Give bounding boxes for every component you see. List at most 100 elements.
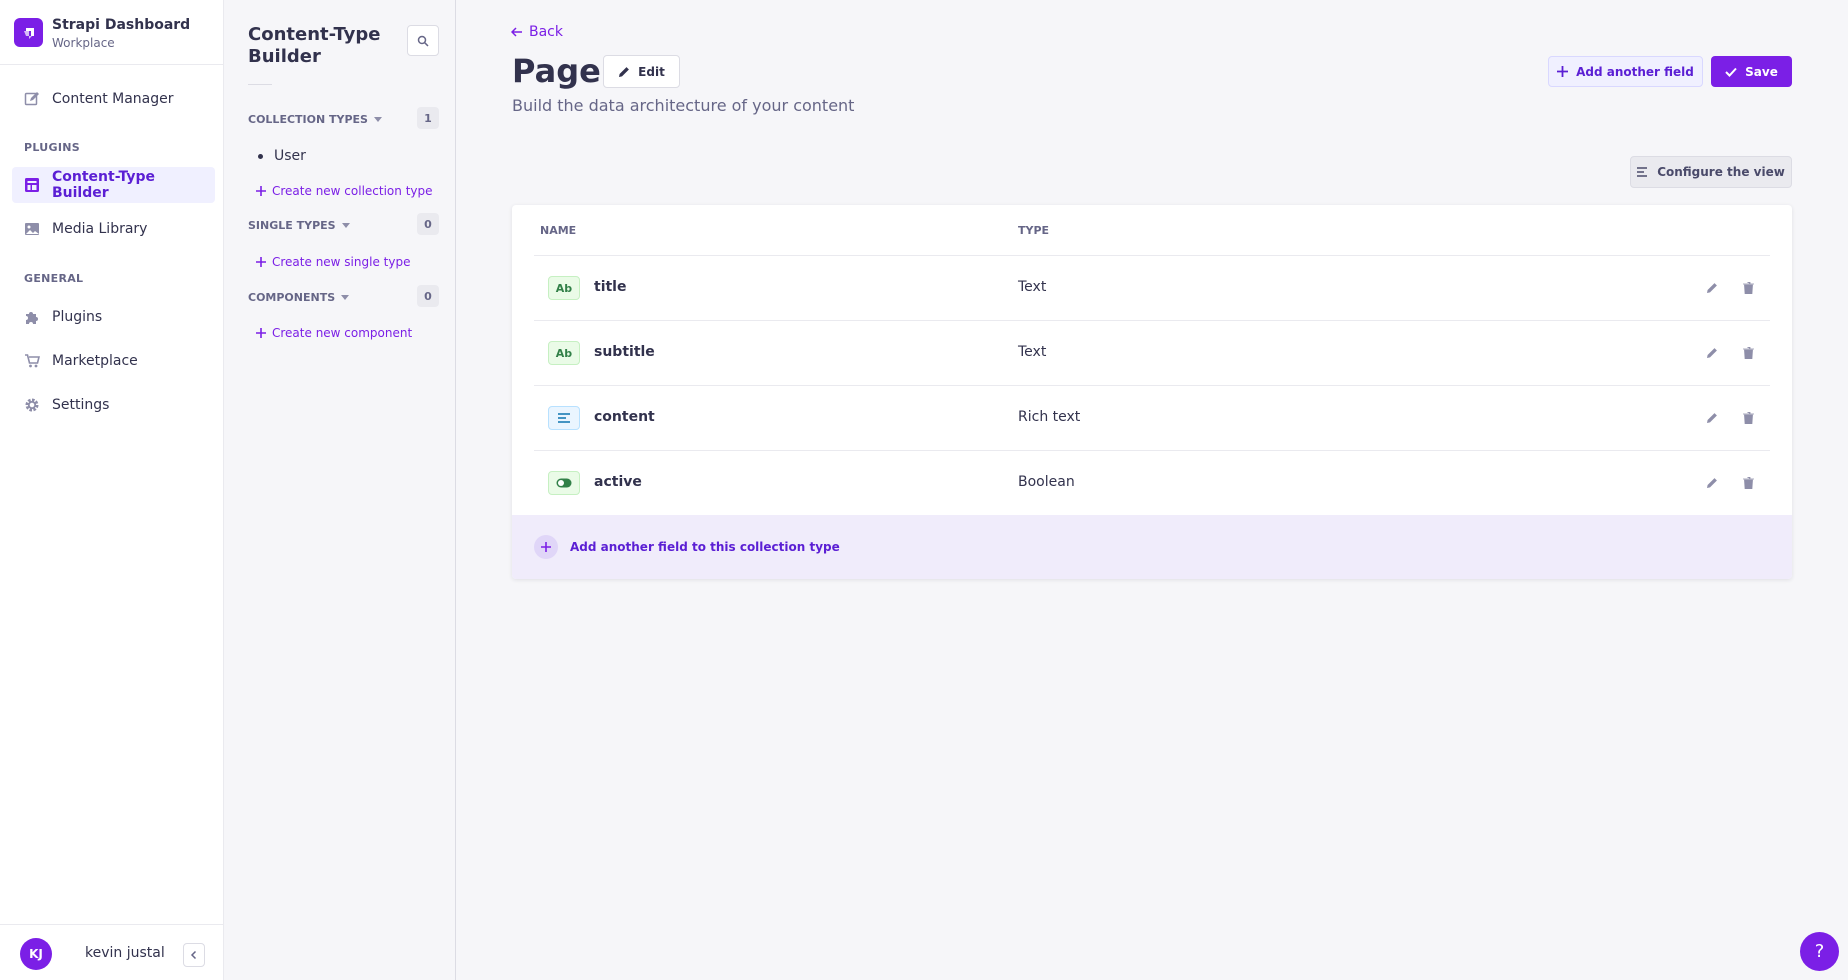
pencil-icon xyxy=(1707,283,1717,293)
save-button[interactable]: Save xyxy=(1711,56,1792,87)
collapse-nav-button[interactable] xyxy=(183,943,205,967)
check-icon xyxy=(1725,67,1737,77)
single-types-count: 0 xyxy=(417,213,439,235)
caret-down-icon xyxy=(341,295,350,300)
text-icon: Ab xyxy=(548,341,580,365)
nav-label: Settings xyxy=(52,397,110,413)
field-name: content xyxy=(594,409,655,425)
table-row[interactable]: Ab title Text xyxy=(534,255,1770,320)
subnav-title: Content-Type Builder xyxy=(248,24,381,67)
pencil-icon xyxy=(1707,478,1717,488)
nav-label: Content Manager xyxy=(52,91,174,107)
table-row[interactable]: Ab subtitle Text xyxy=(534,320,1770,385)
layout-icon xyxy=(24,177,40,193)
pencil-icon xyxy=(619,66,630,77)
caret-down-icon xyxy=(341,223,350,228)
components-label: COMPONENTS xyxy=(248,291,336,304)
link-label: Create new collection type xyxy=(272,184,433,198)
link-label: Create new single type xyxy=(272,255,411,269)
table-row[interactable]: content Rich text xyxy=(534,385,1770,450)
edit-field-button[interactable] xyxy=(1704,475,1720,491)
collection-types-count: 1 xyxy=(417,107,439,129)
collection-types-label: COLLECTION TYPES xyxy=(248,113,368,126)
edit-field-button[interactable] xyxy=(1704,410,1720,426)
gear-icon xyxy=(24,397,40,413)
arrow-left-icon xyxy=(511,27,522,37)
column-header-name: NAME xyxy=(540,224,577,237)
collection-type-item-user[interactable]: User xyxy=(258,148,306,164)
section-header-plugins: PLUGINS xyxy=(24,141,80,154)
pencil-icon xyxy=(1707,348,1717,358)
field-type: Boolean xyxy=(1018,474,1075,490)
field-type: Text xyxy=(1018,279,1047,295)
cart-icon xyxy=(24,353,40,369)
subnav-search-button[interactable] xyxy=(407,25,439,56)
nav-item-content-type-builder[interactable]: Content-Type Builder xyxy=(12,167,215,203)
user-footer: KJ kevin justal xyxy=(0,924,223,980)
edit-button[interactable]: Edit xyxy=(603,55,680,88)
link-label: Create new component xyxy=(272,326,413,340)
delete-field-button[interactable] xyxy=(1740,345,1756,361)
delete-field-button[interactable] xyxy=(1740,410,1756,426)
back-link[interactable]: Back xyxy=(511,24,563,40)
field-type: Text xyxy=(1018,344,1047,360)
brand: Strapi Dashboard Workplace xyxy=(0,0,223,65)
column-header-type: TYPE xyxy=(1018,224,1050,237)
list-settings-icon xyxy=(1637,167,1648,177)
nav-label: Marketplace xyxy=(52,353,138,369)
add-another-field-button[interactable]: Add another field xyxy=(1548,56,1703,87)
image-icon xyxy=(24,221,40,237)
nav-item-media-library[interactable]: Media Library xyxy=(12,211,215,247)
single-types-toggle[interactable]: SINGLE TYPES xyxy=(248,219,350,232)
trash-icon xyxy=(1742,282,1754,294)
collection-types-toggle[interactable]: COLLECTION TYPES xyxy=(248,113,382,126)
nav-item-marketplace[interactable]: Marketplace xyxy=(12,343,215,379)
create-single-type-link[interactable]: Create new single type xyxy=(256,255,410,269)
plus-icon xyxy=(1557,66,1569,77)
add-field-row-button[interactable]: Add another field to this collection typ… xyxy=(512,515,1792,579)
help-button[interactable]: ? xyxy=(1800,932,1839,971)
pencil-square-icon xyxy=(24,91,40,107)
nav-item-plugins[interactable]: Plugins xyxy=(12,299,215,335)
avatar[interactable]: KJ xyxy=(20,938,52,970)
strapi-logo-icon xyxy=(14,18,43,47)
brand-title: Strapi Dashboard xyxy=(52,17,191,33)
plus-circle-icon xyxy=(534,535,558,559)
button-label: Add another field xyxy=(1576,64,1694,79)
nav-item-content-manager[interactable]: Content Manager xyxy=(12,81,215,117)
edit-label: Edit xyxy=(638,64,665,79)
components-count: 0 xyxy=(417,285,439,307)
puzzle-icon xyxy=(24,309,40,325)
richtext-icon xyxy=(548,406,580,430)
single-types-label: SINGLE TYPES xyxy=(248,219,336,232)
caret-down-icon xyxy=(373,117,382,122)
chevron-left-icon xyxy=(190,950,197,960)
main-navigation: Strapi Dashboard Workplace Content Manag… xyxy=(0,0,224,980)
plus-icon xyxy=(256,186,266,196)
fields-table: NAME TYPE Ab title Text Ab subtitle Text… xyxy=(512,205,1792,579)
edit-field-button[interactable] xyxy=(1704,345,1720,361)
bullet-icon xyxy=(258,153,263,159)
nav-item-settings[interactable]: Settings xyxy=(12,387,215,423)
field-name: title xyxy=(594,279,627,295)
nav-label: Content-Type Builder xyxy=(52,169,155,201)
nav-label: Media Library xyxy=(52,221,148,237)
table-row[interactable]: active Boolean xyxy=(534,450,1770,515)
edit-field-button[interactable] xyxy=(1704,280,1720,296)
page-subtitle: Build the data architecture of your cont… xyxy=(512,96,855,115)
ctb-subnav: Content-Type Builder COLLECTION TYPES 1 … xyxy=(224,0,456,980)
delete-field-button[interactable] xyxy=(1740,280,1756,296)
delete-field-button[interactable] xyxy=(1740,475,1756,491)
configure-view-button[interactable]: Configure the view xyxy=(1630,156,1792,188)
plus-icon xyxy=(256,328,266,338)
components-toggle[interactable]: COMPONENTS xyxy=(248,291,350,304)
back-label: Back xyxy=(529,24,563,40)
section-header-general: GENERAL xyxy=(24,272,84,285)
create-collection-type-link[interactable]: Create new collection type xyxy=(256,184,433,198)
boolean-icon xyxy=(548,471,580,495)
trash-icon xyxy=(1742,347,1754,359)
field-name: active xyxy=(594,474,642,490)
create-component-link[interactable]: Create new component xyxy=(256,326,412,340)
plus-icon xyxy=(256,257,266,267)
user-name[interactable]: kevin justal xyxy=(85,945,165,961)
